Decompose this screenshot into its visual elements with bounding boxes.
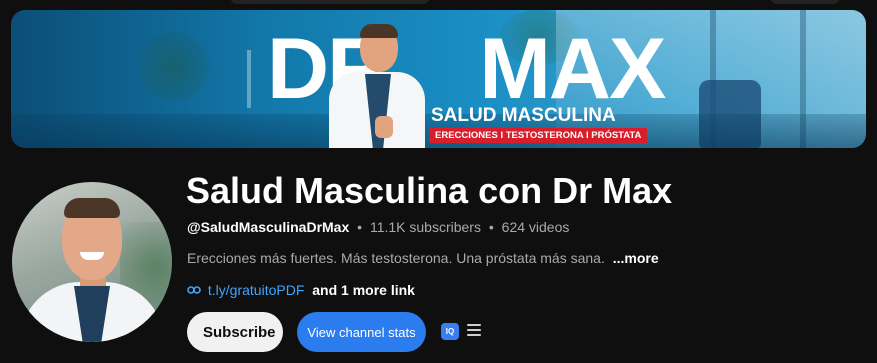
banner-logo-max: MAX xyxy=(479,21,666,117)
channel-meta: @SaludMasculinaDrMax • 11.1K subscribers… xyxy=(187,217,569,237)
channel-name: Salud Masculina con Dr Max xyxy=(186,170,673,211)
banner-doctor-image xyxy=(323,24,433,148)
more-links-button[interactable]: and 1 more link xyxy=(312,282,415,298)
channel-avatar[interactable] xyxy=(12,182,172,342)
subscribe-button[interactable]: Subscribe xyxy=(187,312,283,352)
video-count: 624 videos xyxy=(501,219,570,235)
thumbs-up-icon xyxy=(375,116,393,138)
menu-icon[interactable] xyxy=(467,324,481,338)
banner-lamp xyxy=(247,50,251,108)
extension-icon[interactable]: IQ xyxy=(441,323,459,340)
view-channel-stats-button[interactable]: View channel stats xyxy=(297,312,426,352)
channel-banner[interactable]: DR MAX SALUD MASCULINA ERECCIONES I TESTO… xyxy=(11,10,866,148)
channel-links: t.ly/gratuitoPDF and 1 more link xyxy=(187,280,415,300)
top-strip xyxy=(0,0,877,8)
channel-link[interactable]: t.ly/gratuitoPDF xyxy=(208,282,304,298)
banner-plant xyxy=(139,32,209,102)
banner-tagline: ERECCIONES I TESTOSTERONA I PRÓSTATA xyxy=(429,128,648,143)
description-more-button[interactable]: ...more xyxy=(613,250,659,266)
banner-subtitle: SALUD MASCULINA xyxy=(431,105,616,126)
channel-description[interactable]: Erecciones más fuertes. Más testosterona… xyxy=(187,248,659,268)
top-control xyxy=(770,0,840,4)
link-icon xyxy=(187,286,201,294)
description-text: Erecciones más fuertes. Más testosterona… xyxy=(187,250,605,266)
top-control xyxy=(230,0,430,4)
channel-page: DR MAX SALUD MASCULINA ERECCIONES I TESTO… xyxy=(0,0,877,363)
subscriber-count: 11.1K subscribers xyxy=(369,219,481,235)
separator: • xyxy=(488,219,494,235)
channel-handle: @SaludMasculinaDrMax xyxy=(187,219,350,235)
separator: • xyxy=(357,219,363,235)
